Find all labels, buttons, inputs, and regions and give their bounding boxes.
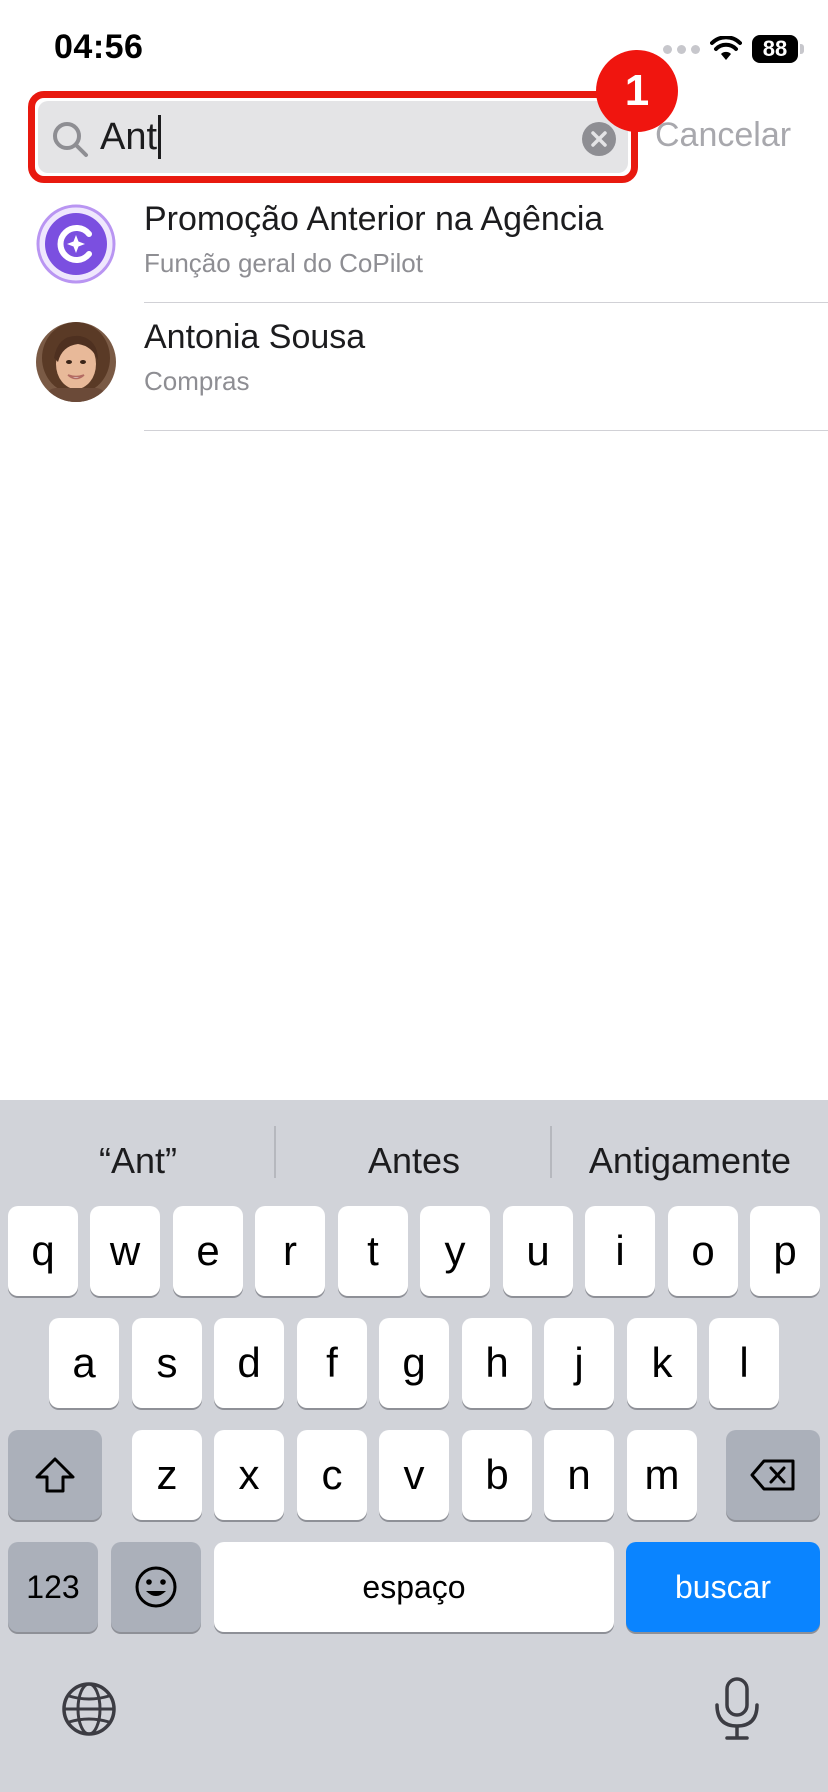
cancel-button[interactable]: Cancelar xyxy=(655,116,791,155)
result-item-antonia-sousa[interactable]: Antonia Sousa Compras xyxy=(0,304,828,426)
emoji-icon xyxy=(135,1566,177,1608)
key-y[interactable]: y xyxy=(420,1206,490,1296)
key-s[interactable]: s xyxy=(132,1318,202,1408)
result-title: Promoção Anterior na Agência xyxy=(144,200,604,238)
result-subtitle: Compras xyxy=(144,366,250,396)
key-q[interactable]: q xyxy=(8,1206,78,1296)
key-m[interactable]: m xyxy=(627,1430,697,1520)
shift-key[interactable] xyxy=(8,1430,102,1520)
key-g[interactable]: g xyxy=(379,1318,449,1408)
suggestion-quoted[interactable]: “Ant” xyxy=(0,1140,276,1188)
globe-icon[interactable] xyxy=(60,1680,118,1738)
key-p[interactable]: p xyxy=(750,1206,820,1296)
suggestion-antes[interactable]: Antes xyxy=(276,1140,552,1188)
person-avatar xyxy=(36,322,116,402)
divider xyxy=(144,302,828,303)
suggestion-antigamente[interactable]: Antigamente xyxy=(552,1140,828,1188)
key-j[interactable]: j xyxy=(544,1318,614,1408)
key-v[interactable]: v xyxy=(379,1430,449,1520)
status-icons: 88 xyxy=(663,34,804,64)
copilot-icon xyxy=(36,204,116,284)
backspace-icon xyxy=(750,1459,795,1491)
microphone-icon[interactable] xyxy=(710,1676,764,1742)
numbers-key[interactable]: 123 xyxy=(8,1542,98,1632)
key-w[interactable]: w xyxy=(90,1206,160,1296)
result-subtitle: Função geral do CoPilot xyxy=(144,248,423,278)
divider xyxy=(144,430,828,431)
search-highlight-annotation xyxy=(28,91,638,183)
keyboard: “Ant” Antes Antigamente q w e r t y u i … xyxy=(0,1100,828,1792)
search-key[interactable]: buscar xyxy=(626,1542,820,1632)
key-a[interactable]: a xyxy=(49,1318,119,1408)
key-u[interactable]: u xyxy=(503,1206,573,1296)
result-item-promocao[interactable]: Promoção Anterior na Agência Função gera… xyxy=(0,186,828,308)
status-bar: 04:56 88 xyxy=(0,0,828,90)
key-d[interactable]: d xyxy=(214,1318,284,1408)
battery-icon: 88 xyxy=(752,35,804,63)
backspace-key[interactable] xyxy=(726,1430,820,1520)
key-n[interactable]: n xyxy=(544,1430,614,1520)
space-key[interactable]: espaço xyxy=(214,1542,614,1632)
key-f[interactable]: f xyxy=(297,1318,367,1408)
emoji-key[interactable] xyxy=(111,1542,201,1632)
key-e[interactable]: e xyxy=(173,1206,243,1296)
key-z[interactable]: z xyxy=(132,1430,202,1520)
key-r[interactable]: r xyxy=(255,1206,325,1296)
key-c[interactable]: c xyxy=(297,1430,367,1520)
key-h[interactable]: h xyxy=(462,1318,532,1408)
shift-icon xyxy=(35,1457,75,1493)
result-title: Antonia Sousa xyxy=(144,318,366,356)
key-k[interactable]: k xyxy=(627,1318,697,1408)
key-i[interactable]: i xyxy=(585,1206,655,1296)
status-time: 04:56 xyxy=(54,28,144,66)
key-x[interactable]: x xyxy=(214,1430,284,1520)
wifi-icon xyxy=(710,36,742,60)
key-t[interactable]: t xyxy=(338,1206,408,1296)
cellular-signal-icon xyxy=(663,44,700,54)
key-b[interactable]: b xyxy=(462,1430,532,1520)
key-o[interactable]: o xyxy=(668,1206,738,1296)
key-l[interactable]: l xyxy=(709,1318,779,1408)
